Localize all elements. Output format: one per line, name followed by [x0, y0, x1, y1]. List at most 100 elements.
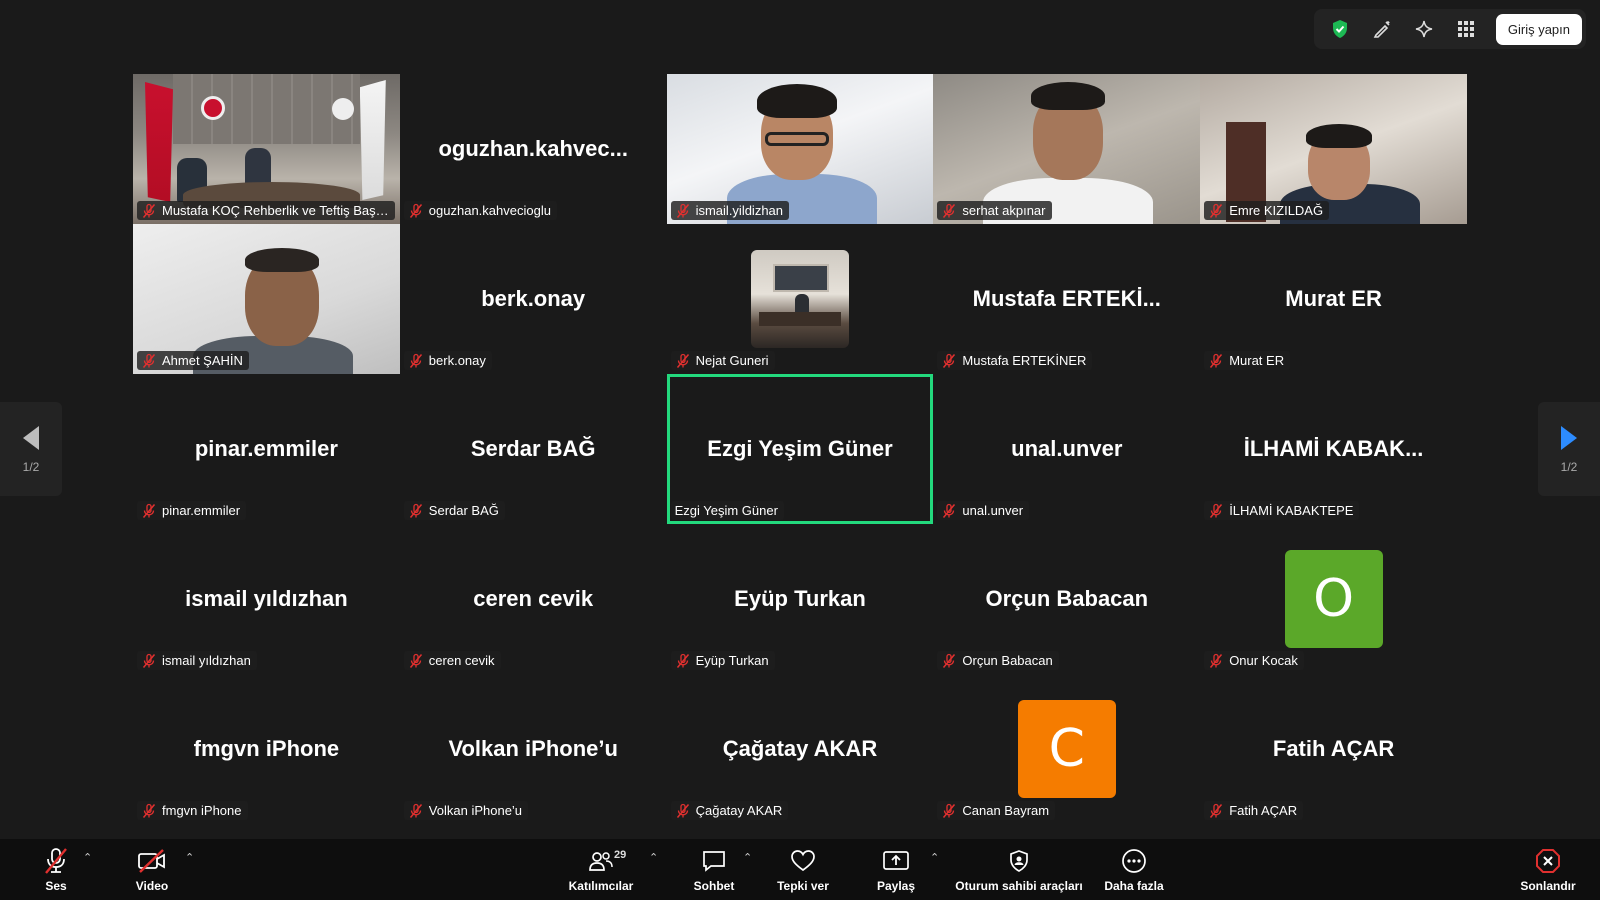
participant-tile[interactable]: Murat ER Murat ER [1200, 224, 1467, 374]
participant-tile[interactable]: berk.onay berk.onay [399, 224, 667, 374]
chevron-left-icon [23, 426, 39, 450]
participant-tile[interactable]: oguzhan.kahvec... oguzhan.kahvecioglu [399, 74, 667, 224]
mic-off-icon [943, 353, 956, 368]
participant-tile[interactable]: fmgvn iPhone fmgvn iPhone [133, 674, 400, 824]
participant-tile[interactable]: ismail yıldızhan ismail yıldızhan [133, 524, 400, 674]
heart-icon [790, 847, 816, 875]
participant-name-tag: pinar.emmiler [137, 501, 247, 520]
sparkle-icon[interactable] [1406, 13, 1442, 45]
participant-name: Onur Kocak [1229, 653, 1298, 668]
shield-check-icon[interactable] [1322, 13, 1358, 45]
participant-display-name: Eyüp Turkan [734, 586, 866, 611]
participant-name: ceren cevik [428, 653, 495, 668]
participant-name-tag: Volkan iPhone’u [403, 801, 529, 820]
video-button[interactable]: Video [132, 839, 172, 900]
mic-off-icon [676, 203, 689, 218]
mic-off-icon [676, 353, 689, 368]
share-button[interactable]: Paylaş [870, 839, 922, 900]
participant-name-tag: Orçun Babacan [937, 651, 1059, 670]
participant-name-tag: serhat akpınar [937, 201, 1052, 220]
participant-name-tag: Ezgi Yeşim Güner [670, 501, 784, 520]
participant-tile[interactable]: Fatih AÇAR Fatih AÇAR [1200, 674, 1467, 824]
react-label: Tepki ver [777, 878, 829, 893]
participant-display-name: Murat ER [1285, 286, 1382, 311]
end-icon [1535, 847, 1561, 875]
chat-label: Sohbet [693, 878, 735, 893]
participant-name-tag: Onur Kocak [1204, 651, 1304, 670]
participant-gallery: Mustafa KOÇ Rehberlik ve Teftiş Başkan Y… [133, 74, 1467, 824]
participant-name-tag: ismail yıldızhan [137, 651, 257, 670]
participants-options-caret-icon[interactable]: ⌃ [649, 851, 658, 864]
participant-tile[interactable]: Mustafa KOÇ Rehberlik ve Teftiş Başkan Y… [133, 74, 400, 224]
next-page-button[interactable]: 1/2 [1538, 402, 1600, 496]
participant-name-tag: Nejat Guneri [670, 351, 775, 370]
participant-name: İLHAMİ KABAKTEPE [1229, 503, 1354, 518]
participant-name: Murat ER [1229, 353, 1285, 368]
participant-tile[interactable]: Orçun Babacan Orçun Babacan [933, 524, 1201, 674]
host-tools-button[interactable]: Oturum sahibi araçları [952, 839, 1086, 900]
video-off-icon [137, 847, 167, 875]
avatar-initial: O [1284, 550, 1383, 648]
participant-tile[interactable]: serhat akpınar [933, 74, 1201, 224]
participant-name-tag: oguzhan.kahvecioglu [403, 201, 557, 220]
participant-tile[interactable]: O Onur Kocak [1200, 524, 1467, 674]
react-button[interactable]: Tepki ver [770, 839, 836, 900]
participant-name-tag: ceren cevik [403, 651, 501, 670]
participants-label: Katılımcılar [568, 878, 634, 893]
participant-tile[interactable]: Serdar BAĞ Serdar BAĞ [399, 374, 667, 524]
chat-options-caret-icon[interactable]: ⌃ [743, 851, 752, 864]
mic-off-icon [1210, 503, 1223, 518]
participant-name-tag: Emre KIZILDAĞ [1204, 201, 1330, 220]
share-options-caret-icon[interactable]: ⌃ [930, 851, 939, 864]
participants-button[interactable]: 29 Katılımcılar [566, 839, 636, 900]
chat-button[interactable]: Sohbet [686, 839, 742, 900]
participant-name: Fatih AÇAR [1229, 803, 1298, 818]
participant-display-name: Çağatay AKAR [722, 736, 878, 761]
audio-label: Ses [45, 878, 67, 893]
participant-tile[interactable]: Mustafa ERTEKİ... Mustafa ERTEKİNER [933, 224, 1201, 374]
participant-name-tag: Mustafa KOÇ Rehberlik ve Teftiş Başkan Y… [137, 201, 395, 220]
participant-tile[interactable]: Emre KIZILDAĞ [1200, 74, 1467, 224]
participant-name: Eyüp Turkan [695, 653, 769, 668]
participant-display-name: Mustafa ERTEKİ... [972, 286, 1161, 311]
participant-display-name: unal.unver [1011, 436, 1123, 461]
apps-grid-icon[interactable] [1448, 13, 1484, 45]
mic-off-icon [409, 803, 422, 818]
participant-name: Mustafa ERTEKİNER [962, 353, 1087, 368]
participant-name-tag: Fatih AÇAR [1204, 801, 1304, 820]
signin-button[interactable]: Giriş yapın [1495, 13, 1582, 45]
video-options-caret-icon[interactable]: ⌃ [185, 851, 194, 864]
previous-page-button[interactable]: 1/2 [0, 402, 62, 496]
chat-icon [701, 847, 727, 875]
more-label: Daha fazla [1104, 878, 1164, 893]
participant-tile[interactable]: Eyüp Turkan Eyüp Turkan [666, 524, 934, 674]
chevron-right-icon [1561, 426, 1577, 450]
participant-tile[interactable]: Çağatay AKAR Çağatay AKAR [666, 674, 934, 824]
participant-name: ismail.yildizhan [695, 203, 784, 218]
participant-tile[interactable]: unal.unver unal.unver [933, 374, 1201, 524]
participant-name: Canan Bayram [962, 803, 1050, 818]
participant-tile[interactable]: ceren cevik ceren cevik [399, 524, 667, 674]
participant-tile[interactable]: ismail.yildizhan [666, 74, 934, 224]
end-meeting-button[interactable]: Sonlandır [1516, 839, 1580, 900]
mic-off-icon [142, 503, 156, 518]
audio-options-caret-icon[interactable]: ⌃ [83, 851, 92, 864]
participant-tile[interactable]: C Canan Bayram [933, 674, 1201, 824]
participant-tile[interactable]: İLHAMİ KABAK... İLHAMİ KABAKTEPE [1200, 374, 1467, 524]
participant-name: serhat akpınar [962, 203, 1046, 218]
participant-name-tag: unal.unver [937, 501, 1030, 520]
audio-button[interactable]: Ses [36, 839, 76, 900]
participant-tile[interactable]: Ezgi Yeşim Güner Ezgi Yeşim Güner [666, 374, 934, 524]
participant-tile[interactable]: Volkan iPhone’u Volkan iPhone’u [399, 674, 667, 824]
mic-off-icon [409, 503, 422, 518]
participant-tile[interactable]: pinar.emmiler pinar.emmiler [133, 374, 400, 524]
more-button[interactable]: Daha fazla [1102, 839, 1166, 900]
top-toolbar: Giriş yapın [1313, 9, 1586, 49]
participant-tile[interactable]: Ahmet ŞAHİN [133, 224, 400, 374]
participant-name: unal.unver [962, 503, 1024, 518]
participant-tile[interactable]: Nejat Guneri [666, 224, 934, 374]
mic-off-icon [1210, 203, 1223, 218]
participant-name: ismail yıldızhan [162, 653, 251, 668]
annotate-icon[interactable] [1364, 13, 1400, 45]
page-indicator-right: 1/2 [1560, 460, 1578, 474]
